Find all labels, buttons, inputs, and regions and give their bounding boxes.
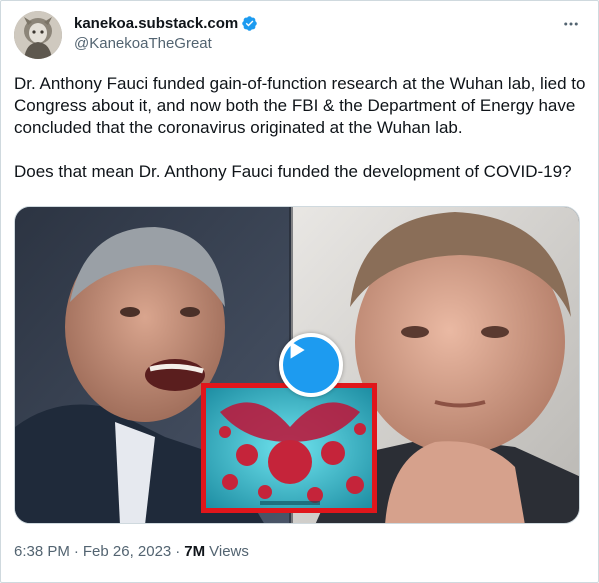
tweet-meta: 6:38 PM · Feb 26, 2023 · 7M Views bbox=[14, 542, 249, 561]
avatar-image bbox=[14, 11, 62, 59]
meta-separator: · bbox=[175, 543, 181, 560]
views-count: 7M bbox=[184, 543, 206, 560]
verified-badge-icon bbox=[242, 16, 258, 31]
author-name-row[interactable]: kanekoa.substack.com bbox=[74, 14, 258, 33]
meta-separator: · bbox=[73, 543, 79, 560]
author-handle[interactable]: @KanekoaTheGreat bbox=[74, 34, 212, 53]
tweet-text: Dr. Anthony Fauci funded gain-of-functio… bbox=[14, 74, 586, 181]
tweet-card[interactable]: kanekoa.substack.com @KanekoaTheGreat Dr… bbox=[0, 0, 599, 583]
more-dots-icon[interactable] bbox=[558, 13, 584, 35]
views-label: Views bbox=[209, 543, 249, 560]
tweet-date[interactable]: Feb 26, 2023 bbox=[83, 542, 171, 561]
avatar[interactable] bbox=[14, 11, 62, 59]
tweet-time[interactable]: 6:38 PM bbox=[14, 542, 70, 561]
tweet-video[interactable] bbox=[14, 206, 580, 524]
play-button[interactable] bbox=[279, 333, 343, 397]
display-name[interactable]: kanekoa.substack.com bbox=[74, 14, 238, 33]
play-icon bbox=[290, 341, 305, 359]
